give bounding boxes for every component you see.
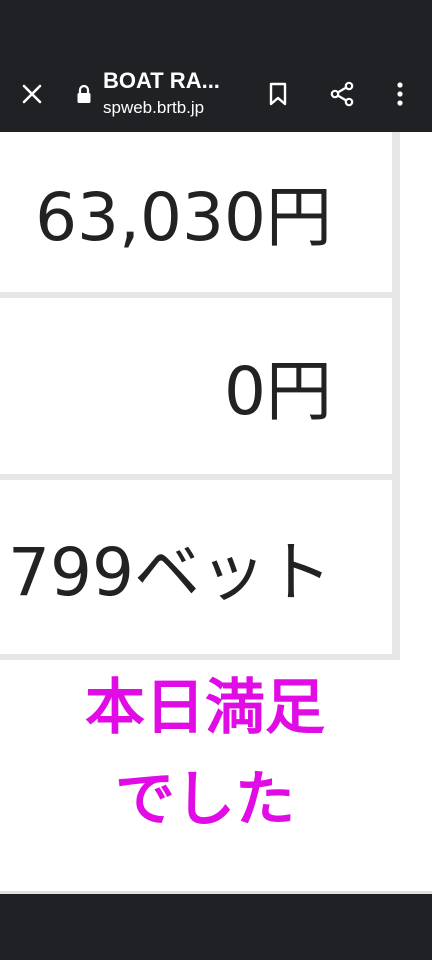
table-row: 799ベット [0, 480, 392, 654]
close-icon [22, 84, 42, 104]
browser-toolbar: BOAT RA... spweb.brtb.jp [0, 56, 432, 132]
page-url: spweb.brtb.jp [103, 98, 205, 117]
bookmark-button[interactable] [254, 56, 302, 132]
more-vert-icon [397, 82, 403, 106]
more-menu-button[interactable] [376, 56, 424, 132]
table-row: 63,030円 [0, 132, 392, 292]
message-line-2: でした [115, 765, 295, 835]
page-title-area[interactable]: BOAT RA... spweb.brtb.jp [76, 68, 236, 124]
share-button[interactable] [318, 56, 366, 132]
page-title: BOAT RA... [103, 68, 220, 93]
close-button[interactable] [8, 56, 56, 132]
results-table: 63,030円 0円 799ベット [0, 132, 400, 660]
bookmark-icon [269, 82, 287, 106]
navigation-bar [0, 894, 432, 960]
satisfaction-message: 本日満足 でした [0, 662, 410, 846]
bet-count-value: 799ベット [8, 534, 332, 611]
payout-value: 63,030円 [35, 179, 332, 256]
status-bar [0, 0, 432, 56]
share-icon [330, 81, 354, 107]
amount-value: 0円 [224, 353, 332, 430]
table-row: 0円 [0, 298, 392, 474]
lock-icon [77, 84, 91, 103]
message-line-1: 本日満足 [85, 673, 325, 743]
